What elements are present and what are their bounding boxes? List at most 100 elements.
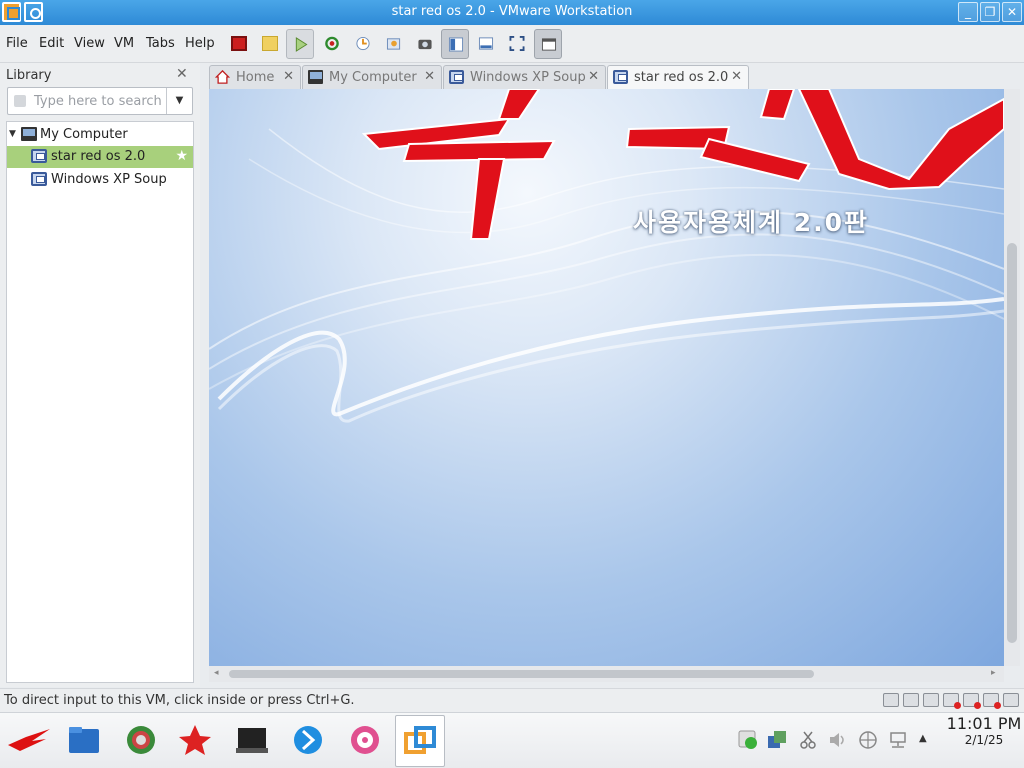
tab-my-computer[interactable]: My Computer ✕	[302, 65, 442, 89]
tree-item-star-red-os[interactable]: star red os 2.0 ★	[7, 146, 193, 168]
title-bar: star red os 2.0 - VMware Workstation _ ❐…	[0, 0, 1024, 25]
tab-home[interactable]: Home ✕	[209, 65, 301, 89]
revert-snapshot-button[interactable]	[380, 29, 408, 59]
favorite-star-icon[interactable]: ★	[175, 148, 188, 164]
thumbnail-bar-icon	[478, 37, 494, 50]
update-notifier-icon[interactable]	[738, 730, 758, 750]
vmware-icon	[404, 726, 436, 754]
suspend-button[interactable]	[256, 29, 284, 59]
library-close-icon[interactable]: ✕	[176, 66, 188, 82]
menu-toolbar: File Edit View VM Tabs Help	[0, 25, 1024, 63]
full-screen-icon	[509, 36, 525, 51]
clock-date: 2/1/25	[964, 733, 1004, 747]
menu-view[interactable]: View	[74, 36, 105, 51]
tab-close-icon[interactable]: ✕	[731, 69, 742, 84]
power-on-button[interactable]	[286, 29, 314, 59]
wired-network-icon[interactable]	[888, 730, 908, 750]
splash-background	[209, 89, 1004, 423]
clipboard-scissors-icon[interactable]	[798, 730, 818, 750]
menu-file[interactable]: File	[6, 36, 28, 51]
tree-item-label: star red os 2.0	[51, 149, 146, 164]
expand-arrow-icon[interactable]: ▼	[9, 129, 16, 139]
window-title: star red os 2.0 - VMware Workstation	[391, 4, 633, 19]
computer-icon	[21, 127, 37, 141]
menu-edit[interactable]: Edit	[39, 36, 64, 51]
display-icon[interactable]	[1003, 693, 1019, 707]
file-manager-icon[interactable]	[67, 723, 101, 757]
language-input-icon[interactable]	[858, 730, 878, 750]
tree-item-windows-xp-soup[interactable]: Windows XP Soup	[7, 169, 193, 191]
vm-icon	[449, 70, 464, 84]
scroll-right-arrow-icon[interactable]: ▸	[991, 668, 996, 678]
splash-subtitle: 사용자용체계 2.0판	[633, 208, 869, 237]
library-title: Library	[6, 68, 52, 83]
search-placeholder: Type here to search	[34, 94, 162, 109]
vm-icon	[613, 70, 628, 84]
tab-star-red-os[interactable]: star red os 2.0 ✕	[607, 65, 749, 89]
unity-button[interactable]	[534, 29, 562, 59]
horizontal-scroll-thumb[interactable]	[229, 670, 814, 678]
snapshot-button[interactable]	[349, 29, 377, 59]
web-browser-icon[interactable]	[124, 723, 158, 757]
hard-disk-icon[interactable]	[883, 693, 899, 707]
tab-label: Home	[236, 70, 275, 85]
tab-close-icon[interactable]: ✕	[424, 69, 435, 84]
menu-tabs[interactable]: Tabs	[146, 36, 175, 51]
media-player-icon[interactable]	[291, 723, 325, 757]
tab-bar: Home ✕ My Computer ✕ Windows XP Soup ✕ s…	[209, 63, 1024, 89]
show-library-button[interactable]	[441, 29, 469, 59]
volume-icon[interactable]	[828, 730, 848, 750]
scroll-left-arrow-icon[interactable]: ◂	[214, 668, 219, 678]
vmware-taskbar-button[interactable]	[395, 715, 445, 767]
vm-icon	[31, 172, 47, 186]
vertical-scroll-thumb[interactable]	[1007, 243, 1017, 643]
reset-button[interactable]	[318, 29, 346, 59]
sound-card-icon[interactable]	[963, 693, 981, 709]
thumbnail-bar-button[interactable]	[472, 29, 500, 59]
horizontal-scrollbar[interactable]: ◂ ▸	[209, 666, 1004, 682]
reset-icon	[325, 36, 339, 51]
taskbar-clock[interactable]: 11:01 PM 2/1/25	[944, 714, 1024, 747]
library-search-field[interactable]: Type here to search ▼	[7, 87, 193, 115]
restore-button[interactable]: ❐	[980, 2, 1000, 22]
home-icon	[215, 70, 230, 84]
status-message: To direct input to this VM, click inside…	[4, 693, 355, 708]
star-menu-icon[interactable]	[6, 723, 52, 757]
vertical-scrollbar[interactable]	[1004, 89, 1020, 666]
close-window-button[interactable]: ✕	[1002, 2, 1022, 22]
revert-snapshot-icon	[386, 38, 401, 50]
terminal-icon[interactable]	[235, 723, 269, 757]
tab-close-icon[interactable]: ✕	[588, 69, 599, 84]
play-icon	[295, 37, 308, 52]
library-tree: ▼ My Computer star red os 2.0 ★ Windows …	[6, 121, 194, 683]
music-player-icon[interactable]	[348, 723, 382, 757]
full-screen-button[interactable]	[503, 29, 531, 59]
status-bar: To direct input to this VM, click inside…	[0, 688, 1024, 712]
tray-expand-arrow-icon[interactable]: ▲	[919, 733, 939, 753]
computer-icon	[308, 70, 323, 84]
cd-dvd-icon[interactable]	[903, 693, 919, 707]
tab-label: Windows XP Soup	[470, 70, 586, 85]
network-adapter-icon[interactable]	[923, 693, 939, 707]
console-view-icon	[541, 38, 557, 51]
minimize-button[interactable]: _	[958, 2, 978, 22]
vm-console-screen[interactable]: 사용자용체계 2.0판	[209, 89, 1004, 666]
snapshot-icon	[356, 36, 370, 51]
taskbar: ▲	[0, 712, 1024, 768]
printer-icon[interactable]	[983, 693, 1001, 709]
tab-windows-xp-soup[interactable]: Windows XP Soup ✕	[443, 65, 606, 89]
network-tray-icon[interactable]	[767, 730, 787, 750]
usb-controller-icon[interactable]	[943, 693, 961, 709]
snapshot-manager-button[interactable]	[411, 29, 439, 59]
menu-help[interactable]: Help	[185, 36, 215, 51]
tree-item-my-computer[interactable]: ▼ My Computer	[7, 124, 193, 146]
search-dropdown-button[interactable]: ▼	[166, 88, 192, 114]
library-panel: Library ✕ Type here to search ▼ ▼ My Com…	[0, 63, 200, 687]
power-off-button[interactable]	[225, 29, 253, 59]
menu-vm[interactable]: VM	[114, 36, 134, 51]
library-view-icon	[448, 37, 464, 52]
office-suite-icon[interactable]	[178, 723, 212, 757]
tab-label: star red os 2.0	[634, 70, 729, 85]
search-icon	[14, 95, 26, 107]
tab-close-icon[interactable]: ✕	[283, 69, 294, 84]
